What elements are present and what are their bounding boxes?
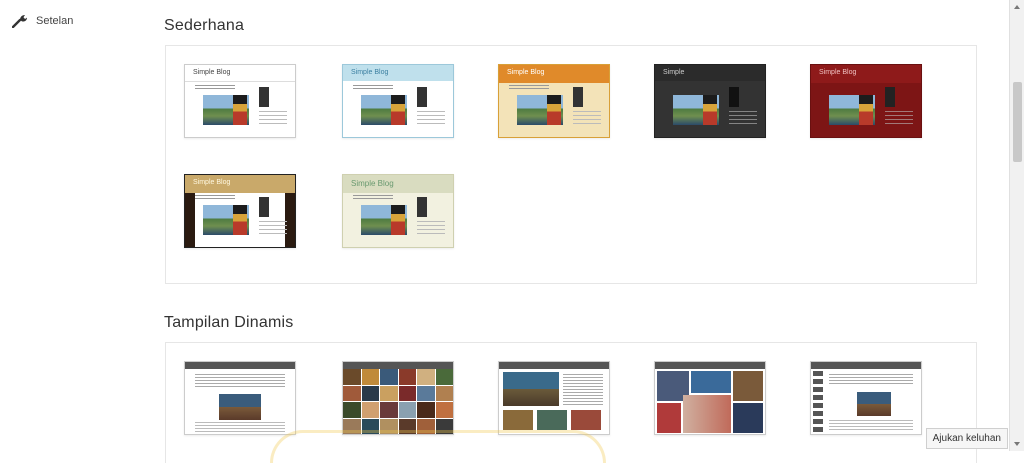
sidebar-item-settings[interactable]: Setelan <box>12 14 73 28</box>
section-title-simple: Sederhana <box>164 17 245 34</box>
main-content: Sederhana Simple Blog Simple Blog Simple… <box>150 0 985 463</box>
template-panel-simple: Simple Blog Simple Blog Simple Blog Simp… <box>165 45 977 284</box>
template-thumbnail-simple-light-blue[interactable]: Simple Blog <box>342 64 454 138</box>
template-thumbnail-simple-tan[interactable]: Simple Blog <box>184 174 296 248</box>
sidebar-item-label: Setelan <box>36 15 74 27</box>
template-thumbnail-dynamic-sidebar[interactable] <box>810 361 922 435</box>
scroll-down-icon[interactable] <box>1014 441 1020 447</box>
feedback-button[interactable]: Ajukan keluhan <box>925 428 1008 449</box>
template-thumbnail-dynamic-mosaic[interactable] <box>654 361 766 435</box>
scroll-thumb[interactable] <box>1013 82 1022 162</box>
watermark-arc <box>270 430 606 463</box>
template-thumbnail-dynamic-classic[interactable] <box>184 361 296 435</box>
template-thumbnail-simple-red[interactable]: Simple Blog <box>810 64 922 138</box>
sidebar: Setelan <box>0 0 150 451</box>
scroll-up-icon[interactable] <box>1014 4 1020 10</box>
template-thumbnail-simple-orange[interactable]: Simple Blog <box>498 64 610 138</box>
scrollbar[interactable] <box>1009 0 1024 451</box>
template-thumbnail-dynamic-flipcard[interactable] <box>342 361 454 435</box>
template-thumbnail-simple-dark[interactable]: Simple <box>654 64 766 138</box>
section-title-dynamic: Tampilan Dinamis <box>164 314 294 331</box>
template-thumbnail-simple-green-beige[interactable]: Simple Blog <box>342 174 454 248</box>
template-thumbnail-simple-white[interactable]: Simple Blog <box>184 64 296 138</box>
wrench-icon <box>12 14 28 28</box>
template-thumbnail-dynamic-magazine[interactable] <box>498 361 610 435</box>
